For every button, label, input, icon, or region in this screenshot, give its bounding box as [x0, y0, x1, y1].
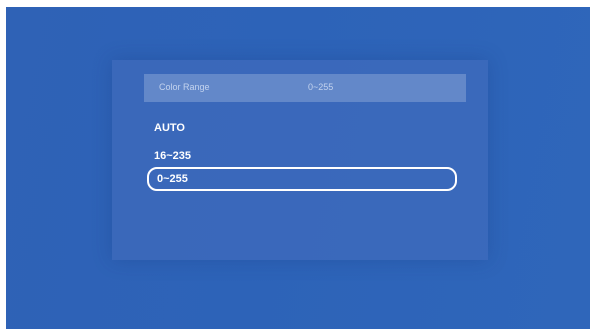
header-current-value: 0~255 — [308, 82, 334, 92]
header-label: Color Range — [159, 82, 210, 92]
option-0-255-selected[interactable]: 0~255 — [147, 167, 457, 191]
option-16-235[interactable]: 16~235 — [144, 144, 448, 168]
color-range-menu: Color Range 0~255 AUTO 16~235 0~255 — [112, 60, 488, 260]
menu-header: Color Range 0~255 — [144, 74, 466, 102]
option-auto[interactable]: AUTO — [144, 116, 448, 140]
tv-screen: Color Range 0~255 AUTO 16~235 0~255 — [6, 7, 590, 329]
